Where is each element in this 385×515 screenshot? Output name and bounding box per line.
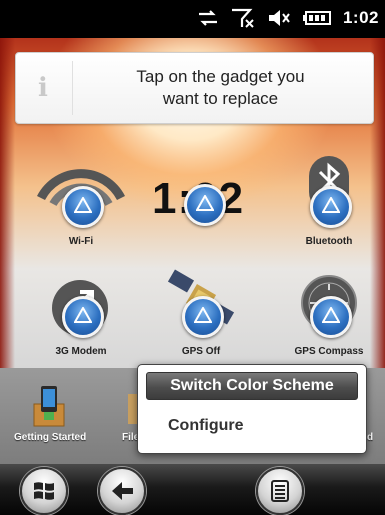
banner-line-2: want to replace <box>162 89 279 108</box>
replace-marker[interactable] <box>310 296 352 338</box>
gadget-wifi[interactable]: Wi-Fi <box>26 150 136 250</box>
volume-muted-icon <box>267 8 291 28</box>
gadget-gps[interactable]: GPS Off <box>146 260 256 360</box>
replace-marker[interactable] <box>184 184 226 226</box>
instruction-banner: ℹ Tap on the gadget you want to replace <box>15 52 374 124</box>
launcher-label: Getting Started <box>14 432 87 443</box>
replace-marker[interactable] <box>62 296 104 338</box>
banner-text: Tap on the gadget you want to replace <box>78 63 363 113</box>
gadget-gps-compass[interactable]: GPS Compass <box>274 260 384 360</box>
sync-arrows-icon <box>197 9 219 27</box>
replace-marker[interactable] <box>310 186 352 228</box>
gadget-label: GPS Off <box>181 346 221 357</box>
gadget-label: Bluetooth <box>305 236 353 247</box>
back-arrow-icon[interactable] <box>98 467 146 515</box>
banner-line-1: Tap on the gadget you <box>136 67 305 86</box>
gadget-label: GPS Compass <box>294 346 364 357</box>
gadget-label: 3G Modem <box>55 346 107 357</box>
battery-icon <box>302 10 331 26</box>
status-icons: 1:02 <box>197 8 379 28</box>
info-icon: ℹ <box>38 73 48 103</box>
context-menu: Switch Color Scheme Configure <box>137 364 367 454</box>
gadget-3g-modem[interactable]: 3G Modem <box>26 260 136 360</box>
menu-item-configure[interactable]: Configure <box>168 413 378 439</box>
no-signal-icon <box>231 8 255 28</box>
status-time: 1:02 <box>342 8 379 27</box>
gadget-bluetooth[interactable]: Bluetooth <box>274 150 384 250</box>
replace-marker[interactable] <box>62 186 104 228</box>
getting-started-icon[interactable] <box>32 384 66 433</box>
replace-marker[interactable] <box>182 296 224 338</box>
windows-start-icon[interactable] <box>20 467 68 515</box>
menu-icon[interactable] <box>256 467 304 515</box>
gadget-label: Wi-Fi <box>68 236 94 247</box>
banner-divider <box>72 61 73 115</box>
screen: 1:02 ℹ Tap on the gadget you want to rep… <box>0 0 385 515</box>
menu-item-switch-color-scheme[interactable]: Switch Color Scheme <box>146 372 358 400</box>
status-bar: 1:02 <box>0 0 385 38</box>
bottom-navbar <box>0 464 385 515</box>
